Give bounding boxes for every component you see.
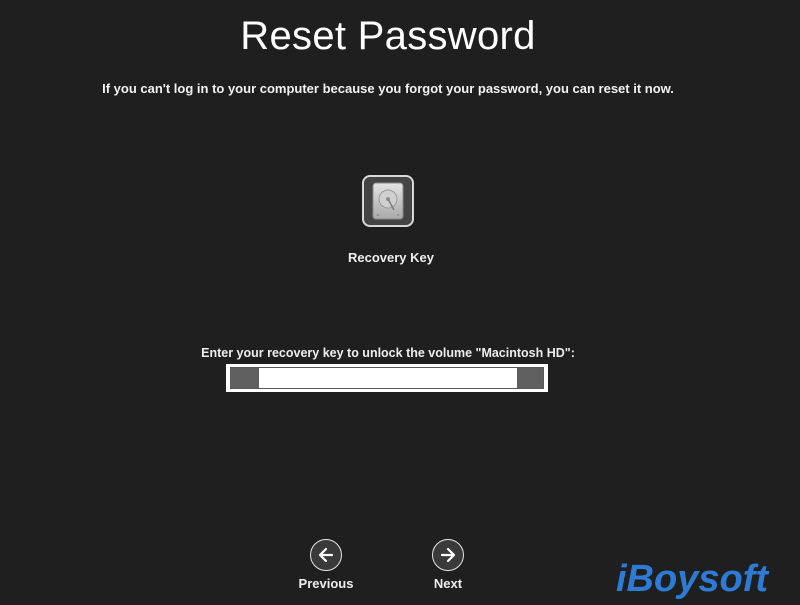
reset-password-screen: Reset Password If you can't log in to yo… — [0, 0, 800, 605]
iboysoft-watermark: iBoysoft — [616, 558, 769, 600]
recovery-key-input[interactable] — [259, 368, 517, 388]
page-title: Reset Password — [240, 14, 536, 58]
recovery-key-field-left-segment — [231, 368, 259, 388]
recovery-key-label: Recovery Key — [348, 250, 434, 265]
arrow-left-icon[interactable] — [310, 539, 342, 571]
internal-disk-icon[interactable] — [362, 175, 414, 227]
arrow-right-icon[interactable] — [432, 539, 464, 571]
page-subtitle: If you can't log in to your computer bec… — [102, 81, 674, 96]
recovery-key-field-label: Enter your recovery key to unlock the vo… — [201, 346, 575, 360]
previous-button[interactable]: Previous — [286, 539, 366, 591]
previous-label: Previous — [298, 576, 354, 591]
recovery-key-field-right-segment — [517, 368, 543, 388]
iboysoft-watermark-text: iBoysoft — [616, 558, 769, 600]
recovery-key-field-frame — [230, 367, 544, 389]
next-button[interactable]: Next — [408, 539, 488, 591]
next-label: Next — [433, 576, 463, 591]
recovery-key-field[interactable] — [226, 364, 548, 392]
